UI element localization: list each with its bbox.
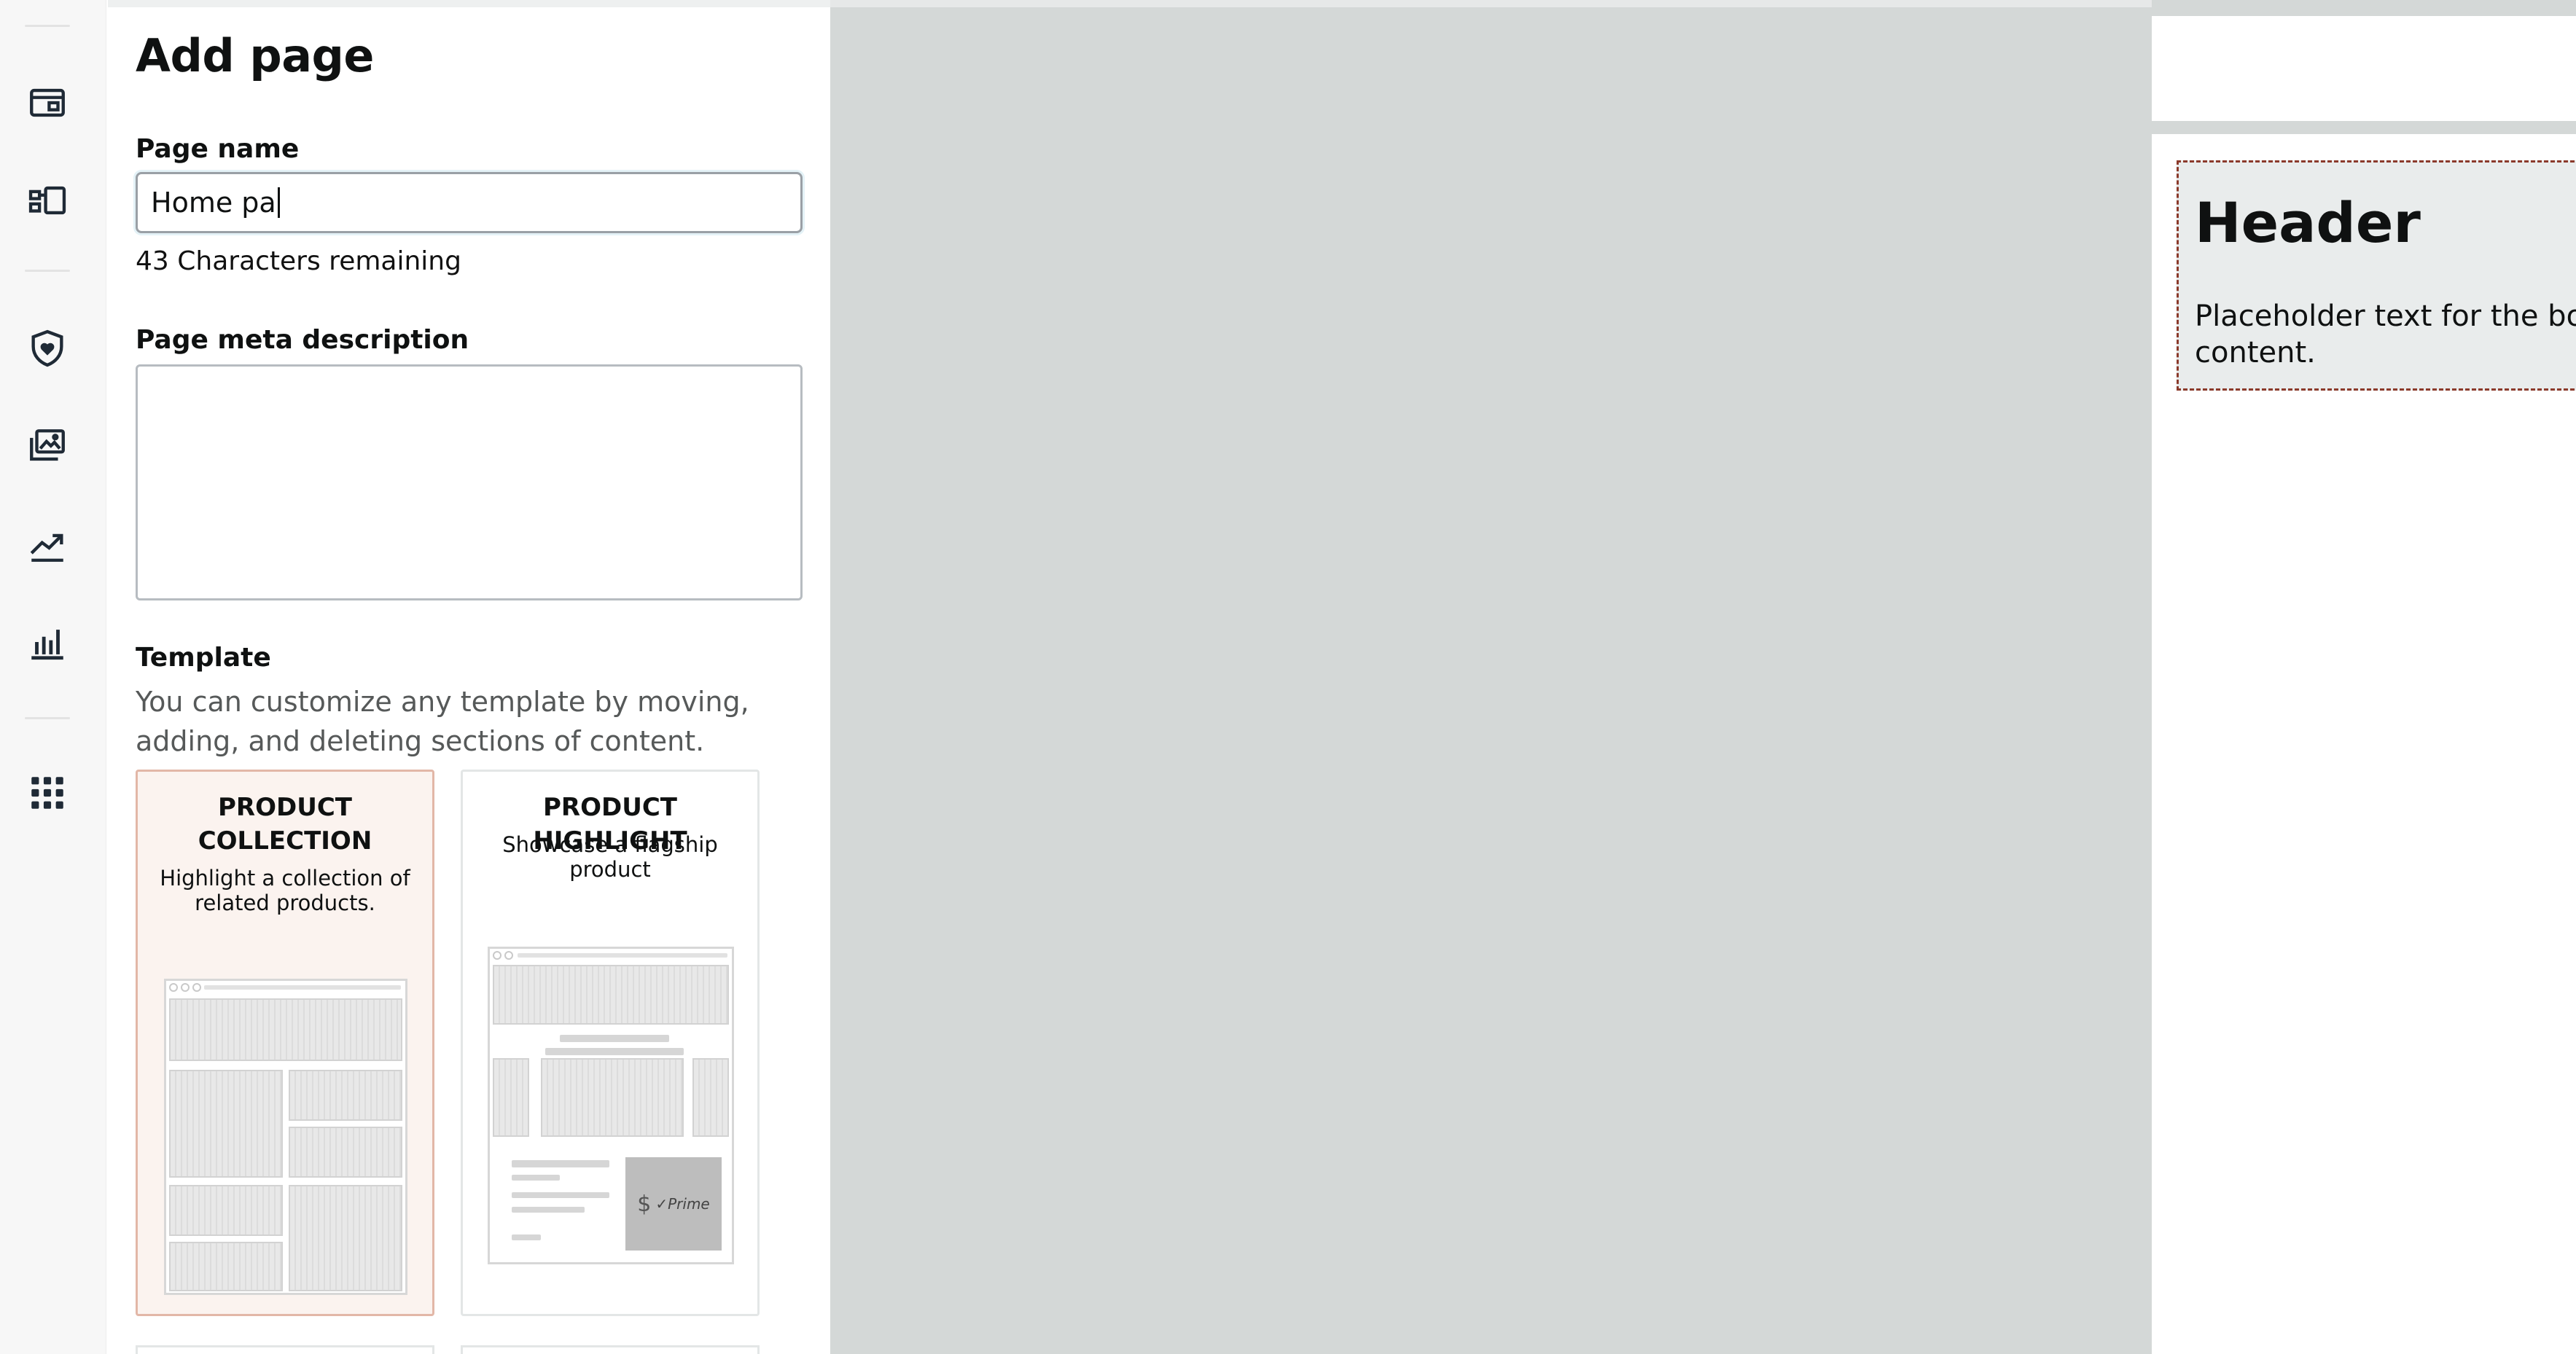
content-block — [169, 1185, 283, 1236]
section-body-line: Placeholder text for the boc — [2195, 300, 2576, 333]
content-block — [169, 1070, 283, 1178]
template-thumbnail — [164, 979, 407, 1295]
template-title-line: COLLECTION — [198, 826, 372, 856]
template-card-next[interactable] — [461, 1345, 760, 1354]
page-title: Add page — [136, 29, 374, 82]
text-line — [512, 1234, 541, 1240]
add-page-panel: Add page Page name Home pa 43 Characters… — [108, 0, 830, 1354]
window-dot — [192, 983, 201, 992]
section-body-line: content. — [2195, 336, 2316, 369]
template-description: You can customize any template by moving… — [136, 686, 749, 757]
text-line — [512, 1207, 585, 1213]
content-block — [169, 1242, 283, 1291]
panel-top-border — [108, 0, 830, 7]
apps-grid-icon[interactable] — [26, 772, 69, 814]
rail-divider — [25, 270, 70, 272]
side-block — [692, 1058, 729, 1137]
template-card-next[interactable] — [136, 1345, 434, 1354]
template-title-line: PRODUCT — [218, 793, 352, 822]
feature-block — [541, 1058, 684, 1137]
preview-top-strip — [2152, 0, 2576, 16]
window-dot — [181, 983, 190, 992]
section-header: Header — [2195, 190, 2421, 255]
template-thumbnail: $ ✓Prime — [488, 947, 734, 1264]
template-desc-line: Showcase a flagship — [502, 832, 718, 857]
text-line — [560, 1035, 669, 1042]
text-line — [545, 1048, 684, 1055]
store-icon[interactable] — [26, 82, 69, 124]
side-block — [493, 1058, 529, 1137]
window-dot — [169, 983, 178, 992]
rail-divider — [25, 717, 70, 719]
page-preview: Header Placeholder text for the boc conte… — [2152, 0, 2576, 1354]
meta-description-label: Page meta description — [136, 325, 469, 355]
section-body: Placeholder text for the boc content. — [2195, 298, 2576, 371]
price-symbol: $ — [637, 1191, 652, 1217]
image-gallery-icon[interactable] — [26, 426, 69, 468]
text-line — [512, 1175, 560, 1181]
template-card-product-highlight[interactable]: PRODUCT HIGHLIGHT Showcase a flagship pr… — [461, 770, 760, 1316]
content-block — [289, 1070, 402, 1121]
meta-description-input[interactable] — [136, 364, 803, 600]
address-bar — [204, 985, 401, 990]
template-desc-line: product — [569, 857, 651, 882]
page-name-input[interactable]: Home pa — [136, 172, 803, 233]
template-desc-line: related products. — [195, 891, 375, 915]
preview-gap — [2152, 121, 2576, 134]
price-badge: $ ✓Prime — [625, 1157, 722, 1251]
icon-rail — [0, 0, 106, 1354]
shield-heart-icon[interactable] — [26, 327, 69, 369]
template-card-product-collection[interactable]: PRODUCT COLLECTION Highlight a collectio… — [136, 770, 434, 1316]
hero-block — [493, 965, 729, 1025]
page-name-value: Home pa — [151, 187, 276, 219]
characters-remaining: 43 Characters remaining — [136, 246, 461, 276]
rail-divider — [25, 25, 70, 27]
text-caret — [277, 187, 280, 218]
layout-icon[interactable] — [26, 179, 69, 222]
template-label: Template — [136, 643, 271, 673]
editor-canvas — [830, 0, 2152, 1354]
trend-icon[interactable] — [26, 523, 69, 566]
window-dot — [504, 951, 513, 960]
address-bar — [518, 953, 727, 958]
header-section[interactable]: Header Placeholder text for the boc conte… — [2177, 160, 2576, 391]
page-name-label: Page name — [136, 134, 300, 164]
prime-badge: ✓Prime — [655, 1195, 710, 1213]
text-line — [512, 1160, 609, 1167]
window-dot — [493, 951, 501, 960]
text-line — [512, 1192, 609, 1198]
canvas-top-border — [830, 0, 2152, 7]
content-block — [289, 1127, 402, 1178]
content-block — [289, 1185, 402, 1291]
template-desc-line: Highlight a collection of — [160, 866, 410, 891]
bar-chart-icon[interactable] — [26, 621, 69, 663]
hero-block — [169, 998, 402, 1061]
